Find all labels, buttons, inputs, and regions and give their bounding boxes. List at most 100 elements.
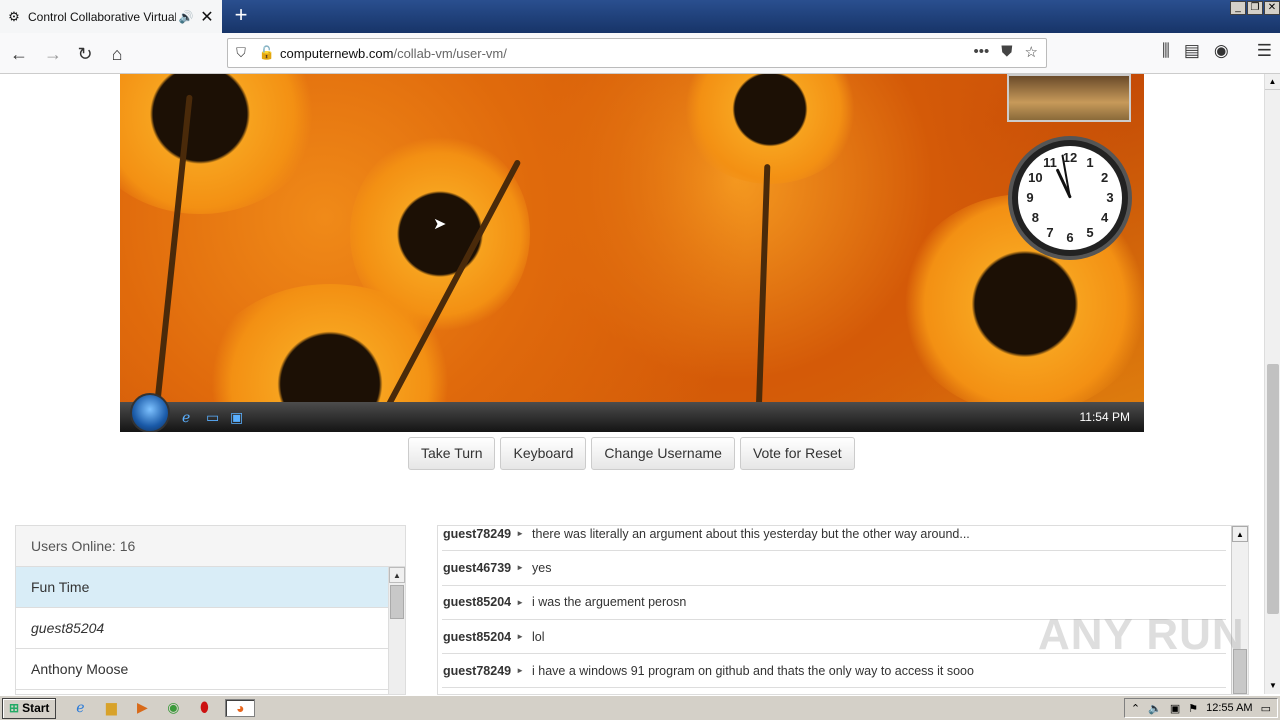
arrow-icon: ►: [516, 563, 525, 573]
scroll-down-icon[interactable]: ▼: [1265, 678, 1280, 694]
system-tray: ⌃ 🔈 ▣ ⚑ 12:55 AM ▭: [1123, 698, 1278, 718]
user-item[interactable]: Anthony Moose: [16, 649, 390, 690]
new-tab-button[interactable]: +: [228, 4, 254, 28]
chat-message: guest46739 ► yes: [442, 551, 1226, 586]
chat-text: i have a windows 91 program on github an…: [532, 663, 974, 678]
vm-taskbar: ℯ ▭ ▣ 11:54 PM: [120, 393, 1144, 432]
browser-tab[interactable]: ⚙ Control Collaborative Virtual M 🔊 ✕: [0, 0, 222, 33]
users-online-header: Users Online: 16: [16, 526, 405, 567]
url-host: computernewb.com: [280, 45, 394, 61]
close-tab-icon[interactable]: ✕: [198, 7, 216, 27]
menu-icon[interactable]: ☰: [1257, 41, 1272, 61]
chat-username: guest78249: [443, 663, 512, 678]
arrow-icon: ►: [516, 666, 525, 676]
close-window-button[interactable]: ✕: [1264, 1, 1280, 15]
scroll-thumb[interactable]: [1267, 364, 1279, 614]
media-player-icon[interactable]: ▶: [132, 699, 152, 717]
chat-text: there was literally an argument about th…: [532, 526, 970, 541]
clock-face: 12 1 2 3 4 5 6 7 8 9 10 11: [1018, 146, 1122, 250]
arrow-icon: ►: [516, 597, 525, 607]
scroll-thumb[interactable]: [390, 585, 404, 619]
tab-title: Control Collaborative Virtual M: [28, 9, 176, 24]
chat-text: i was the arguement perosn: [532, 595, 687, 610]
shield-icon[interactable]: ⛉: [228, 45, 254, 61]
start-label: Start: [22, 700, 50, 715]
stem: [755, 163, 771, 415]
browser-tab-strip: ⚙ Control Collaborative Virtual M 🔊 ✕ + …: [0, 0, 1280, 33]
show-desktop-icon[interactable]: ▭: [206, 409, 224, 425]
chat-username: guest46739: [443, 560, 512, 575]
quick-launch: ℯ ▆ ▶ ◉ ⬮ ◕: [70, 699, 256, 717]
flag-icon[interactable]: ⚑: [1188, 702, 1198, 715]
chat-username: guest85204: [443, 595, 512, 610]
clock-gadget[interactable]: 12 1 2 3 4 5 6 7 8 9 10 11: [1008, 136, 1132, 260]
toolbar-right: ⫼ ▤ ◉ ☰: [1162, 41, 1272, 61]
scroll-up-icon[interactable]: ▲: [1232, 526, 1248, 542]
pocket-icon[interactable]: ⛊: [1001, 43, 1012, 61]
vm-controls: Take Turn Keyboard Change Username Vote …: [408, 437, 855, 470]
clock-numeral: 9: [1026, 190, 1034, 205]
users-panel: Users Online: 16 Fun Time guest85204 Ant…: [15, 525, 406, 695]
show-hidden-icons-icon[interactable]: ⌃: [1131, 702, 1140, 715]
reload-button[interactable]: ↻: [72, 41, 98, 67]
switch-windows-icon[interactable]: ▣: [230, 409, 248, 425]
forward-button[interactable]: →: [40, 41, 66, 67]
vm-clock: 11:54 PM: [1079, 410, 1130, 424]
site-favicon: ⚙: [8, 8, 20, 24]
clock-numeral: 6: [1066, 230, 1074, 245]
opera-icon[interactable]: ⬮: [194, 699, 214, 717]
restore-button[interactable]: ❐: [1247, 1, 1263, 15]
clock-numeral: 12: [1062, 150, 1078, 165]
start-button[interactable]: ⊞ Start: [2, 697, 57, 719]
home-button[interactable]: ⌂: [104, 41, 130, 67]
scroll-up-icon[interactable]: ▲: [1265, 74, 1280, 90]
clock-numeral: 2: [1101, 170, 1109, 185]
clock-numeral: 3: [1106, 190, 1114, 205]
chrome-icon[interactable]: ◉: [163, 699, 183, 717]
show-desktop-icon[interactable]: ▭: [1261, 702, 1271, 715]
slideshow-gadget[interactable]: [1007, 74, 1131, 122]
user-list: Fun Time guest85204 Anthony Moose: [16, 567, 390, 690]
clock-numeral: 11: [1043, 155, 1057, 171]
mouse-cursor: ➤: [433, 216, 447, 233]
scroll-up-icon[interactable]: ▲: [389, 567, 405, 583]
change-username-button[interactable]: Change Username: [591, 437, 735, 470]
bookmark-star-icon[interactable]: ☆: [1025, 43, 1038, 61]
insecure-lock-icon[interactable]: 🔓: [254, 45, 280, 61]
user-item[interactable]: Fun Time: [16, 567, 390, 608]
tray-clock: 12:55 AM: [1206, 702, 1253, 714]
watermark-logo: ANY RUN: [1038, 610, 1245, 659]
user-item[interactable]: guest85204: [16, 608, 390, 649]
clock-numeral: 4: [1101, 210, 1109, 225]
audio-playing-icon[interactable]: 🔊: [178, 10, 194, 24]
folder-icon[interactable]: ▆: [101, 699, 121, 717]
arrow-icon: ►: [516, 632, 525, 642]
page-scrollbar[interactable]: ▲ ▼: [1264, 74, 1280, 694]
internet-explorer-icon[interactable]: ℯ: [182, 409, 200, 425]
vm-display[interactable]: 12 1 2 3 4 5 6 7 8 9 10 11 ➤ ℯ ▭ ▣ 11:54 PM: [120, 74, 1144, 432]
chat-username: guest78249: [443, 526, 512, 541]
vote-reset-button[interactable]: Vote for Reset: [739, 437, 855, 470]
take-turn-button[interactable]: Take Turn: [408, 437, 496, 470]
network-icon[interactable]: ▣: [1170, 702, 1180, 715]
internet-explorer-icon[interactable]: ℯ: [70, 699, 90, 717]
minimize-button[interactable]: _: [1230, 1, 1246, 15]
library-icon[interactable]: ⫼: [1162, 41, 1170, 61]
account-icon[interactable]: ◉: [1214, 41, 1229, 61]
sidebar-icon[interactable]: ▤: [1184, 41, 1200, 61]
clock-numeral: 8: [1031, 210, 1039, 225]
chat-text: yes: [532, 560, 552, 575]
firefox-taskbar-button[interactable]: ◕: [225, 699, 256, 717]
users-scrollbar[interactable]: ▲: [388, 567, 405, 694]
volume-icon[interactable]: 🔈: [1148, 702, 1162, 715]
clock-numeral: 7: [1046, 224, 1054, 240]
keyboard-button[interactable]: Keyboard: [500, 437, 587, 470]
arrow-icon: ►: [516, 529, 525, 539]
chat-message: guest78249 ► there was literally an argume…: [442, 526, 1226, 552]
back-button[interactable]: ←: [6, 41, 32, 67]
flower: [120, 74, 320, 214]
page-actions-icon[interactable]: •••: [974, 43, 990, 61]
windows-logo-icon: ⊞: [9, 700, 20, 715]
address-bar[interactable]: ⛉ 🔓 computernewb.com/collab-vm/user-vm/ …: [227, 38, 1047, 68]
vm-start-orb[interactable]: [130, 393, 170, 432]
